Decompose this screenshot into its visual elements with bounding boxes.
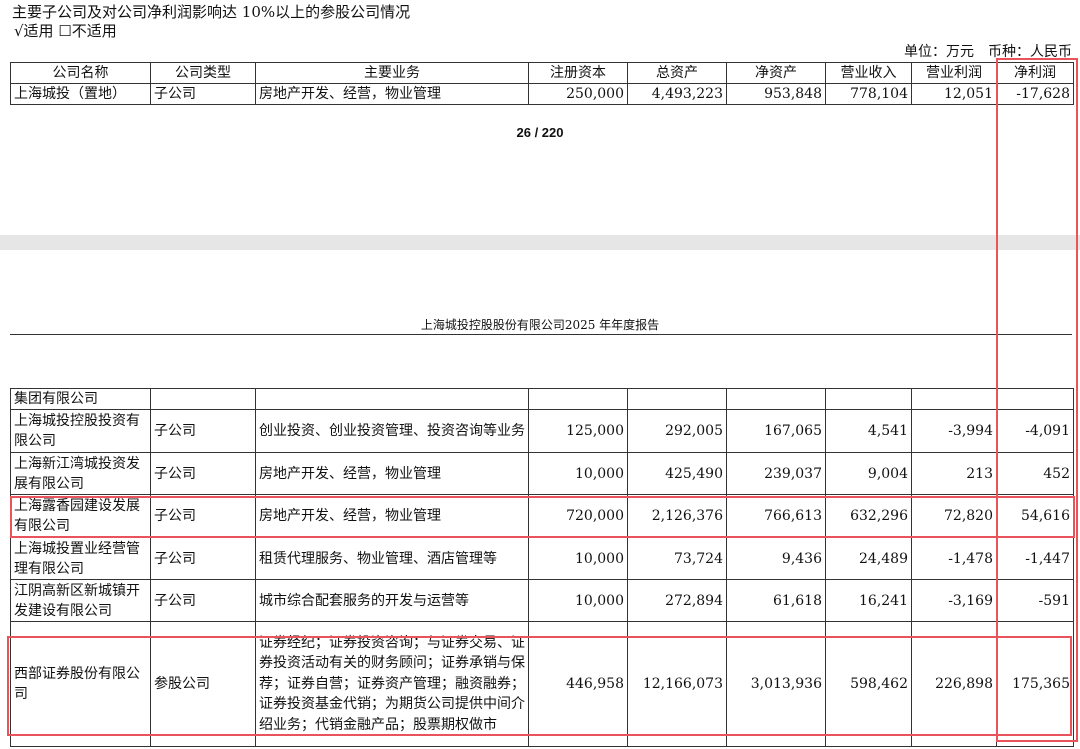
cell-business: 租赁代理服务、物业管理、酒店管理等 [255, 537, 529, 580]
cell-type: 子公司 [150, 537, 256, 580]
report-header: 上海城投控股股份有限公司2025 年年度报告 [420, 318, 660, 332]
cell-num: 16,241 [825, 579, 912, 622]
cell-business: 房地产开发、经营，物业管理 [255, 452, 529, 495]
cell-num: 12,051 [911, 83, 997, 105]
cell-num [627, 388, 727, 410]
col-header: 公司名称 [10, 62, 151, 84]
cell-name: 集团有限公司 [10, 388, 151, 410]
cell-num: 239,037 [726, 452, 826, 495]
cell-num: 73,724 [627, 537, 727, 580]
cell-num: -3,994 [911, 409, 997, 453]
cell-num: 24,489 [825, 537, 912, 580]
cell-business: 城市综合配套服务的开发与运营等 [255, 579, 529, 622]
cell-name: 上海城投控股投资有限公司 [10, 409, 151, 453]
col-header: 总资产 [627, 62, 727, 84]
cell-business [255, 388, 529, 410]
cell-type: 子公司 [150, 579, 256, 622]
cell-num: 292,005 [627, 409, 727, 453]
section-heading: 主要子公司及对公司净利润影响达 10%以上的参股公司情况 [12, 3, 411, 21]
cell-name: 江阴高新区新城镇开发建设有限公司 [10, 579, 151, 622]
table-row: 上海城投控股投资有限公司 子公司 创业投资、创业投资管理、投资咨询等业务 125,00… [10, 409, 1074, 453]
page-indicator: 26 / 220 [516, 125, 564, 140]
top-table: 公司名称 公司类型 主要业务 注册资本 总资产 净资产 营业收入 营业利润 净利… [10, 62, 1074, 105]
cell-name: 上海城投（置地） [10, 83, 151, 105]
cell-num: 9,004 [825, 452, 912, 495]
table-row: 上海城投置业经营管理有限公司 子公司 租赁代理服务、物业管理、酒店管理等 10,000… [10, 537, 1074, 580]
cell-num: 953,848 [726, 83, 826, 105]
col-header: 净资产 [726, 62, 826, 84]
cell-num: 167,065 [726, 409, 826, 453]
page-gap [0, 235, 1080, 250]
col-header: 注册资本 [528, 62, 628, 84]
cell-num: 272,894 [627, 579, 727, 622]
cell-num [825, 388, 912, 410]
cell-num: 10,000 [528, 537, 628, 580]
cell-num: 250,000 [528, 83, 628, 105]
cell-type: 子公司 [150, 452, 256, 495]
cell-num [726, 388, 826, 410]
cell-num [528, 388, 628, 410]
cell-name: 上海新江湾城投资发展有限公司 [10, 452, 151, 495]
cell-business: 创业投资、创业投资管理、投资咨询等业务 [255, 409, 529, 453]
cell-num: 4,493,223 [627, 83, 727, 105]
cell-num: 10,000 [528, 452, 628, 495]
cell-type: 子公司 [150, 83, 256, 105]
cell-num: 778,104 [825, 83, 912, 105]
cell-num [911, 388, 997, 410]
cell-type [150, 388, 256, 410]
col-header: 主要业务 [255, 62, 529, 84]
cell-num: -3,169 [911, 579, 997, 622]
cell-num: 425,490 [627, 452, 727, 495]
cell-num: 10,000 [528, 579, 628, 622]
highlight-row-western-securities [7, 636, 1072, 736]
applicable-checkbox-line: √适用 ☐不适用 [14, 22, 117, 40]
table-row: 江阴高新区新城镇开发建设有限公司 子公司 城市综合配套服务的开发与运营等 10,000… [10, 579, 1074, 622]
table-row: 上海新江湾城投资发展有限公司 子公司 房地产开发、经营，物业管理 10,000 425,… [10, 452, 1074, 495]
cell-num: 9,436 [726, 537, 826, 580]
cell-num: -1,478 [911, 537, 997, 580]
table-row: 集团有限公司 [10, 388, 1074, 410]
header-row: 公司名称 公司类型 主要业务 注册资本 总资产 净资产 营业收入 营业利润 净利… [10, 62, 1074, 84]
col-header: 营业利润 [911, 62, 997, 84]
cell-num: 213 [911, 452, 997, 495]
header-rule [10, 334, 1072, 335]
highlight-row-luxiangyuan [10, 496, 1075, 538]
cell-num: 61,618 [726, 579, 826, 622]
col-header: 营业收入 [825, 62, 912, 84]
cell-num: 4,541 [825, 409, 912, 453]
col-header: 公司类型 [150, 62, 256, 84]
table-row: 上海城投（置地） 子公司 房地产开发、经营，物业管理 250,000 4,493… [10, 83, 1074, 105]
cell-type: 子公司 [150, 409, 256, 453]
cell-num: 125,000 [528, 409, 628, 453]
cell-name: 上海城投置业经营管理有限公司 [10, 537, 151, 580]
cell-business: 房地产开发、经营，物业管理 [255, 83, 529, 105]
